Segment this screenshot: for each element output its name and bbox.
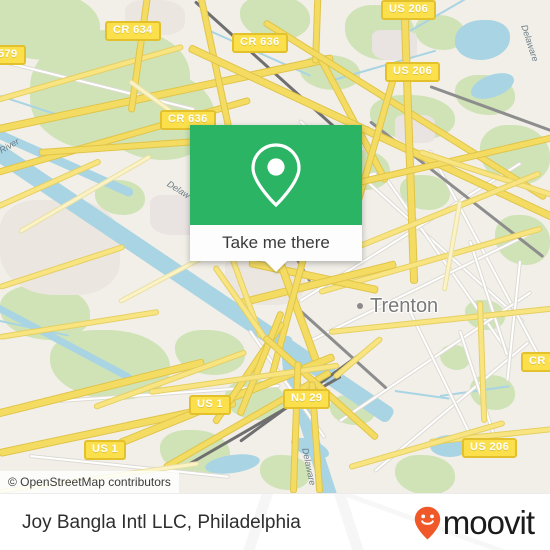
moovit-smiley-pin-icon bbox=[414, 506, 440, 539]
road-shield: US 1 bbox=[189, 395, 232, 415]
popup-pin-panel bbox=[190, 125, 362, 225]
road-shield: US 206 bbox=[381, 0, 437, 20]
popup-tail bbox=[265, 261, 287, 272]
road-shield: NJ 29 bbox=[283, 389, 331, 409]
take-me-there-button[interactable]: Take me there bbox=[190, 225, 362, 261]
map-canvas[interactable]: River Delaw Delaware Delaware Trenton CR 63… bbox=[0, 0, 550, 493]
road-shield: CR 634 bbox=[105, 21, 161, 41]
map-screenshot: River Delaw Delaware Delaware Trenton CR 63… bbox=[0, 0, 550, 550]
road-shield: CR 6 bbox=[521, 352, 550, 372]
place-title: Joy Bangla Intl LLC, Philadelphia bbox=[22, 511, 301, 533]
road-shield: CR 636 bbox=[232, 33, 288, 53]
moovit-wordmark: moovit bbox=[442, 503, 535, 541]
road-shield: US 206 bbox=[462, 438, 518, 458]
take-me-there-label: Take me there bbox=[222, 233, 330, 252]
road-shield: US 1 bbox=[84, 440, 127, 460]
moovit-logo[interactable]: moovit bbox=[414, 503, 535, 541]
bottom-bar: Joy Bangla Intl LLC, Philadelphia moovit bbox=[0, 493, 550, 550]
location-popup-card[interactable]: Take me there bbox=[190, 125, 362, 272]
road-shield: 579 bbox=[0, 45, 26, 65]
road-shield: US 206 bbox=[385, 62, 441, 82]
map-attribution[interactable]: © OpenStreetMap contributors bbox=[0, 471, 179, 493]
map-pin-icon bbox=[251, 143, 301, 208]
